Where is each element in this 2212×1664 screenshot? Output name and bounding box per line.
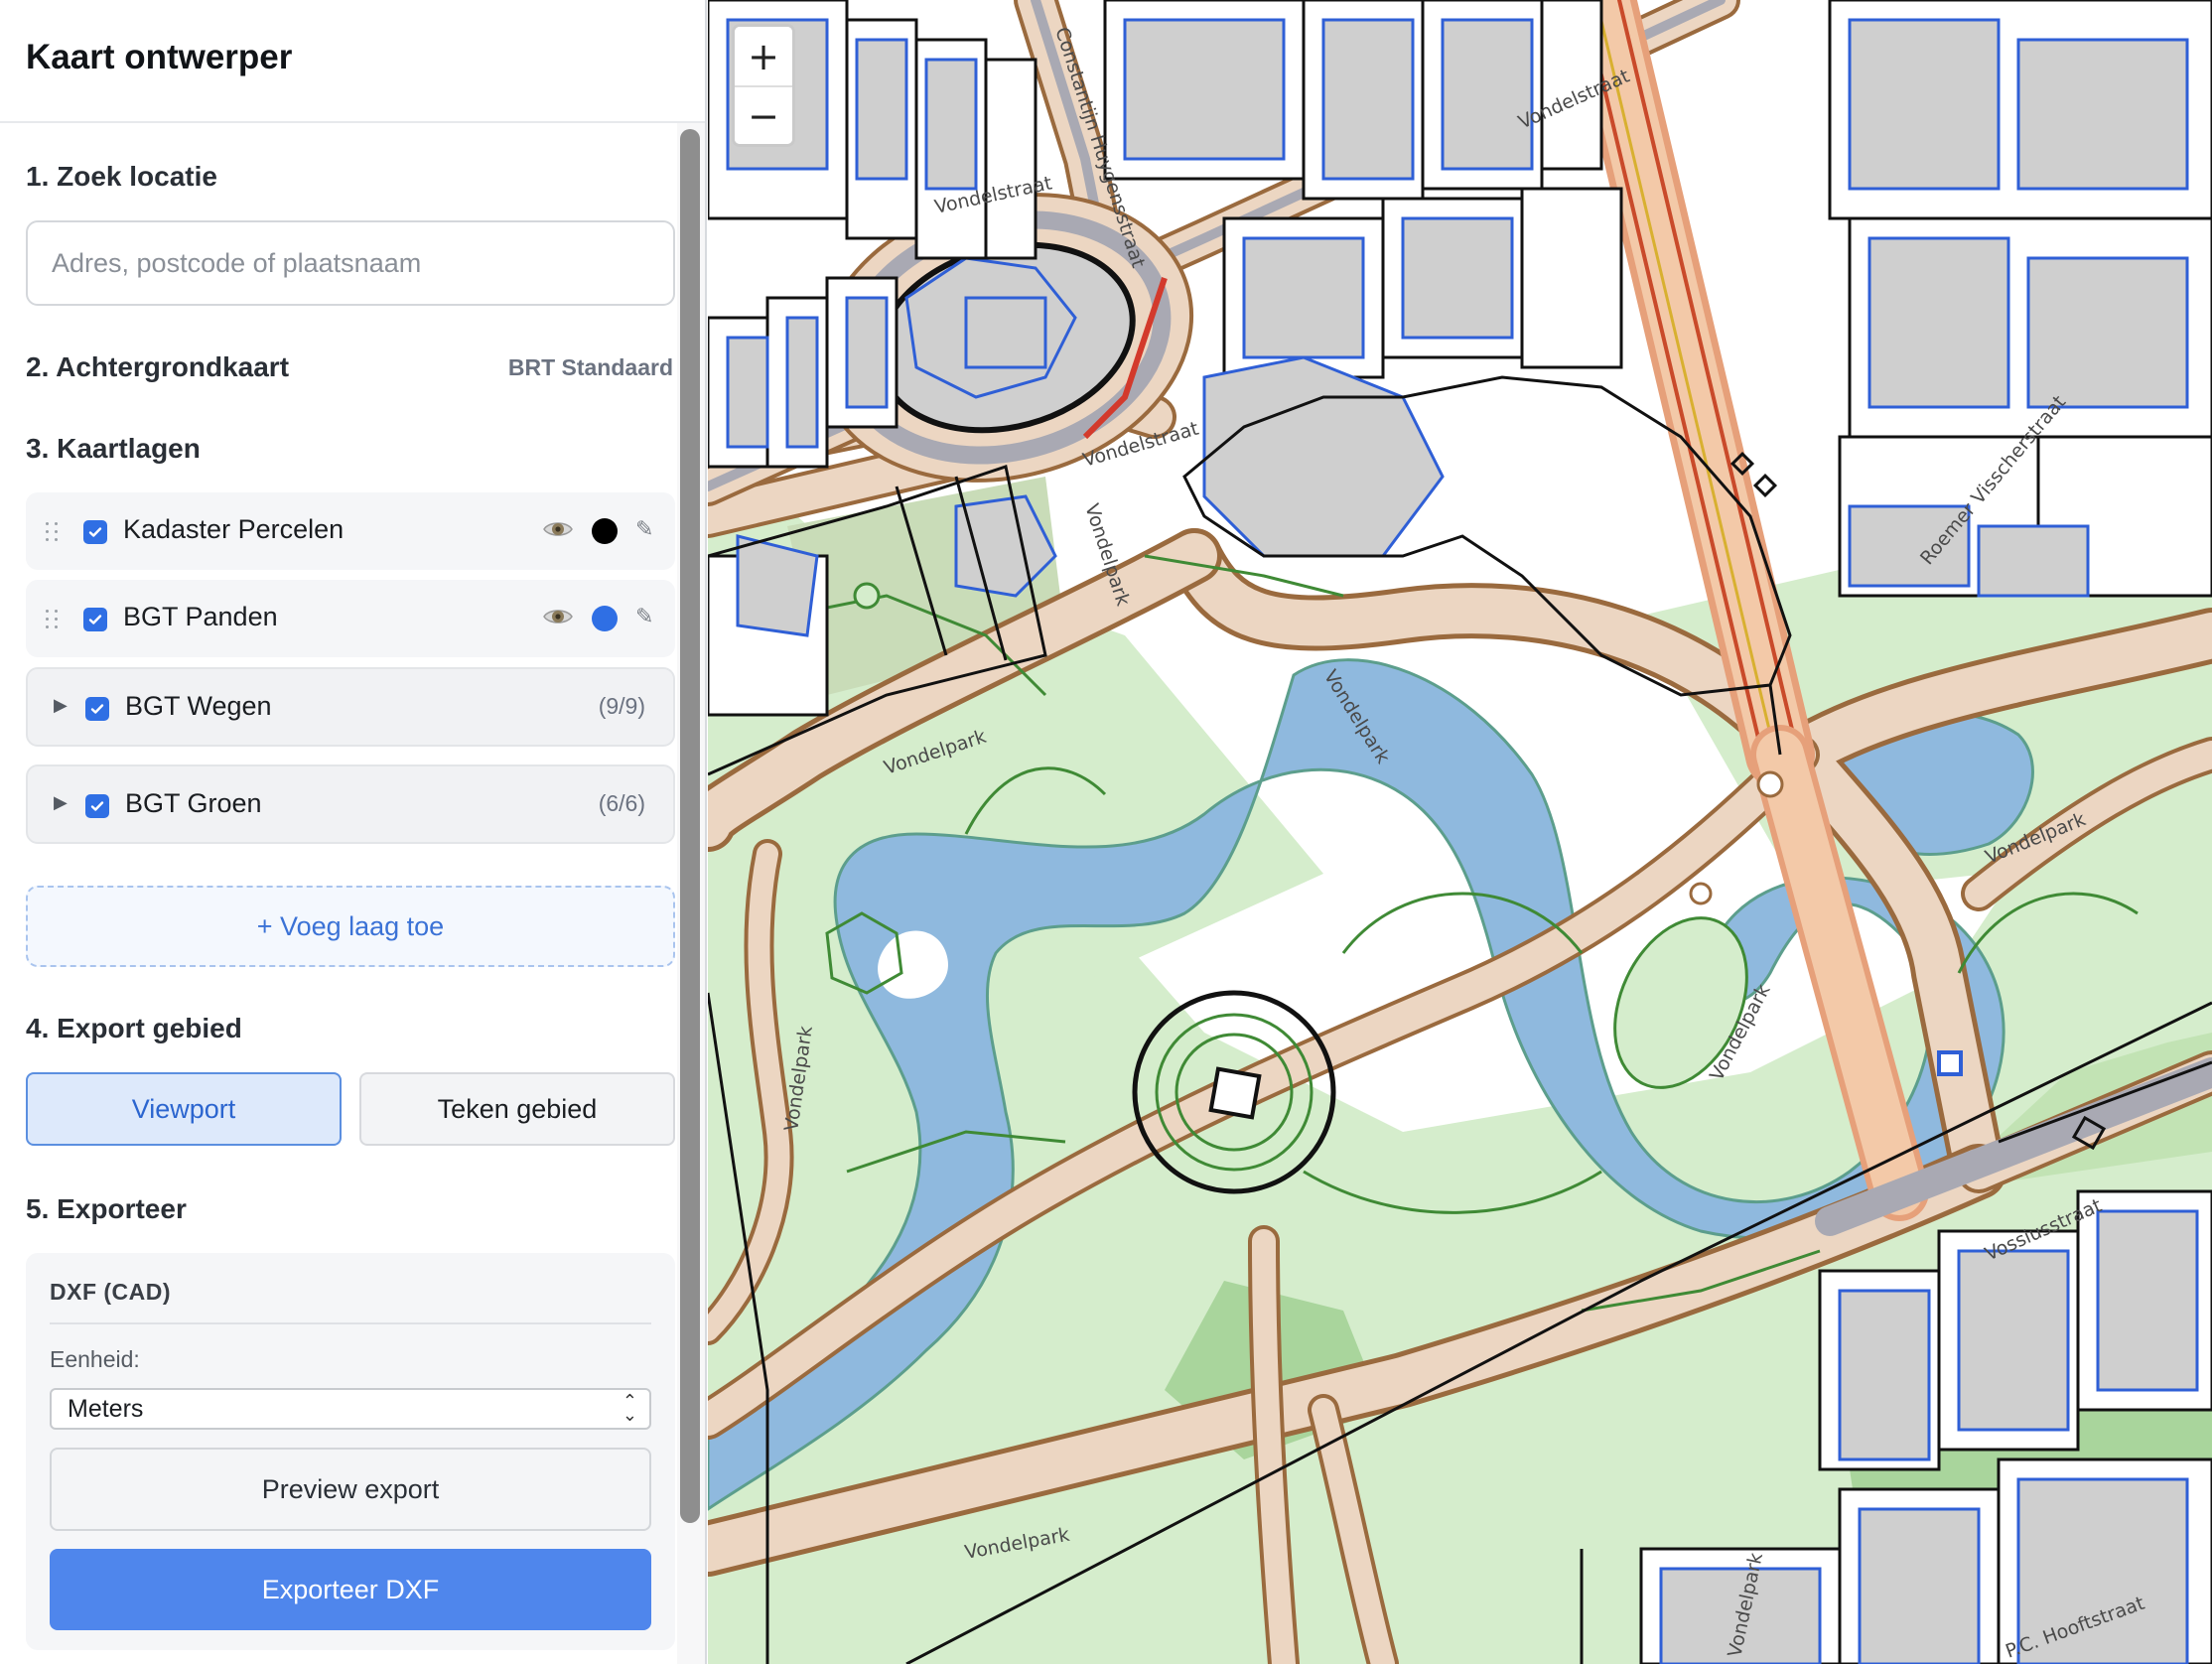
layers-section-title: 3. Kaartlagen	[26, 433, 201, 464]
basemap-value[interactable]: BRT Standaard	[508, 354, 673, 381]
sidebar: Kaart ontwerper 1. Zoek locatie 2. Achte…	[0, 0, 707, 1664]
layer-group-label: BGT Wegen	[125, 691, 272, 721]
drag-handle-icon[interactable]	[44, 608, 62, 631]
export-panel: DXF (CAD) Eenheid: Meters ⌃ ⌄ Preview exp…	[26, 1253, 675, 1650]
expand-caret-icon[interactable]: ▶	[54, 792, 68, 813]
basemap-section-title: 2. Achtergrondkaart	[26, 351, 290, 382]
layer-color-swatch[interactable]	[592, 518, 618, 544]
map-canvas[interactable]: Constantijn Huygensstraat Vondelstraat V…	[708, 0, 2212, 1664]
app-header: Kaart ontwerper	[0, 0, 705, 123]
viewport-option-button[interactable]: Viewport	[26, 1072, 342, 1146]
pencil-icon[interactable]: ✎	[635, 604, 653, 629]
search-section-title: 1. Zoek locatie	[26, 161, 217, 192]
layer-checkbox[interactable]	[85, 794, 109, 818]
layer-group-count: (6/6)	[598, 790, 645, 816]
export-area-section-title: 4. Export gebied	[26, 1013, 242, 1043]
layer-checkbox[interactable]	[83, 520, 107, 544]
eye-icon[interactable]	[542, 606, 574, 627]
export-format-title: DXF (CAD)	[50, 1279, 172, 1305]
layer-item-bgt-panden[interactable]: BGT Panden ✎	[26, 580, 675, 657]
layer-group-count: (9/9)	[598, 693, 645, 719]
layer-group-label: BGT Groen	[125, 788, 262, 818]
layer-group-bgt-groen[interactable]: ▶ BGT Groen (6/6)	[26, 764, 675, 844]
layer-item-kadaster-percelen[interactable]: Kadaster Percelen ✎	[26, 492, 675, 570]
layer-label: BGT Panden	[123, 602, 278, 631]
divider	[50, 1322, 651, 1324]
unit-select[interactable]: Meters ⌃ ⌄	[50, 1388, 651, 1430]
layer-checkbox[interactable]	[85, 697, 109, 721]
pencil-icon[interactable]: ✎	[635, 516, 653, 542]
zoom-control: + −	[732, 24, 795, 147]
layer-label: Kadaster Percelen	[123, 514, 345, 544]
sidebar-scrollbar-thumb[interactable]	[680, 129, 700, 1523]
app-title: Kaart ontwerper	[26, 38, 293, 76]
preview-export-button[interactable]: Preview export	[50, 1448, 651, 1531]
unit-label: Eenheid:	[50, 1346, 140, 1372]
zoom-in-button[interactable]: +	[735, 27, 792, 85]
layer-group-bgt-wegen[interactable]: ▶ BGT Wegen (9/9)	[26, 667, 675, 747]
layer-color-swatch[interactable]	[592, 606, 618, 631]
unit-select-value: Meters	[68, 1394, 144, 1423]
zoom-out-button[interactable]: −	[735, 85, 792, 144]
layer-checkbox[interactable]	[83, 608, 107, 631]
drag-handle-icon[interactable]	[44, 520, 62, 544]
map-layers[interactable]: Constantijn Huygensstraat Vondelstraat V…	[708, 0, 2212, 1664]
expand-caret-icon[interactable]: ▶	[54, 695, 68, 716]
location-search-input[interactable]	[26, 220, 675, 306]
eye-icon[interactable]	[542, 518, 574, 540]
export-dxf-button[interactable]: Exporteer DXF	[50, 1549, 651, 1630]
draw-area-option-button[interactable]: Teken gebied	[359, 1072, 675, 1146]
select-arrows-icon: ⌃ ⌄	[622, 1391, 637, 1425]
add-layer-button[interactable]: + Voeg laag toe	[26, 886, 675, 967]
export-section-title: 5. Exporteer	[26, 1193, 187, 1224]
